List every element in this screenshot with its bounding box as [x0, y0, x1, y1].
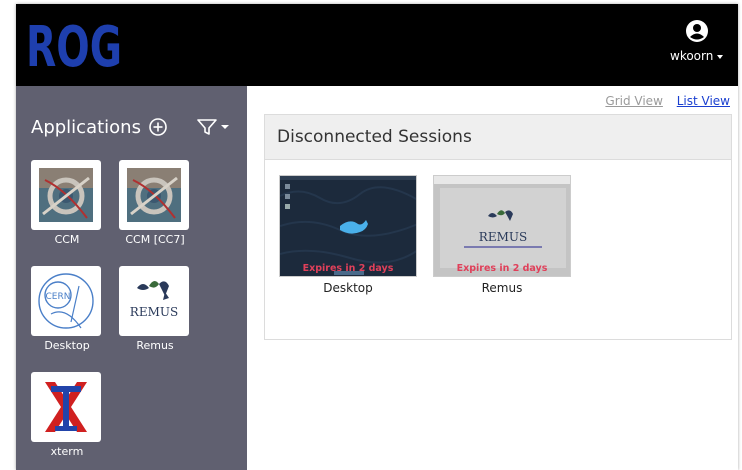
remus-logo-icon: REMUS [130, 280, 178, 319]
username-label: wkoorn [670, 49, 724, 63]
app-ccm-icon [31, 160, 101, 230]
app-label: xterm [50, 445, 84, 458]
app-xterm[interactable]: xterm [31, 372, 103, 458]
session-label: Desktop [323, 281, 373, 295]
app-label: CCM [54, 233, 80, 246]
app-label: Desktop [44, 339, 90, 352]
app-label: Remus [136, 339, 174, 352]
app-desktop[interactable]: CERN Desktop [31, 266, 103, 352]
expires-label: Expires in 2 days [302, 263, 394, 274]
list-view-link[interactable]: List View [677, 94, 730, 108]
session-thumbnail: REMUS Expires in 2 days [433, 175, 571, 277]
top-bar: ROG wkoorn [16, 4, 738, 86]
app-label: CCM [CC7] [125, 233, 185, 246]
app-ccm-cc7[interactable]: CCM [CC7] [119, 160, 191, 246]
xterm-logo-icon [45, 382, 87, 432]
cern-logo-icon: CERN [38, 273, 94, 329]
expires-label: Expires in 2 days [456, 263, 548, 274]
app-xterm-icon [31, 372, 101, 442]
app-desktop-icon: CERN [31, 266, 101, 336]
app-remus[interactable]: REMUS Remus [119, 266, 191, 352]
card-header: Disconnected Sessions [265, 115, 731, 160]
user-avatar-icon [686, 20, 708, 42]
svg-text:REMUS: REMUS [130, 305, 178, 319]
add-application-icon[interactable] [148, 117, 168, 137]
session-desktop[interactable]: Expires in 2 days Desktop [279, 175, 417, 295]
main-panel: Grid View List View Disconnected Session… [247, 86, 738, 470]
xfce-mouse-icon [340, 220, 368, 234]
rog-logo: ROG [26, 18, 122, 70]
svg-text:ROG: ROG [26, 18, 122, 70]
sidebar: Applications CCM CCM [CC7] CERN Desktop … [16, 86, 247, 470]
chevron-down-icon [717, 54, 724, 59]
sidebar-title: Applications [31, 117, 141, 138]
app-ccm[interactable]: CCM [31, 160, 103, 246]
grid-view-link[interactable]: Grid View [605, 94, 662, 108]
svg-text:CERN: CERN [46, 292, 71, 302]
user-menu[interactable]: wkoorn [670, 20, 730, 64]
view-switcher: Grid View List View [595, 94, 730, 108]
session-remus[interactable]: REMUS Expires in 2 days Remus [433, 175, 571, 295]
section-title: Disconnected Sessions [277, 127, 472, 147]
app-remus-icon: REMUS [119, 266, 189, 336]
session-label: Remus [481, 281, 523, 295]
disconnected-sessions-card: Disconnected Sessions Expires in 2 days … [264, 114, 732, 340]
filter-icon[interactable] [197, 117, 231, 137]
app-window: ROG wkoorn Applications CCM CCM [CC7] CE… [16, 4, 738, 470]
svg-text:REMUS: REMUS [479, 230, 527, 244]
app-ccm-cc7-icon [119, 160, 189, 230]
session-thumbnail: Expires in 2 days [279, 175, 417, 277]
